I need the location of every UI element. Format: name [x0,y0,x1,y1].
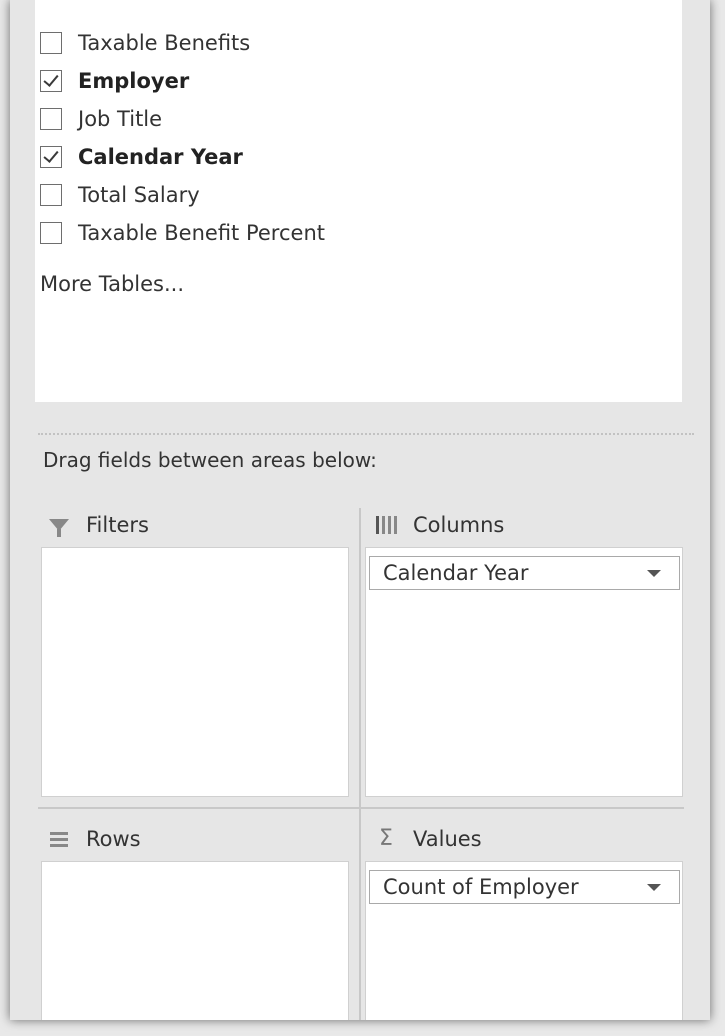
field-item-taxable-benefit-percent[interactable]: Taxable Benefit Percent [40,218,325,248]
checkbox-checked[interactable] [40,146,62,168]
chip-label: Calendar Year [383,561,529,585]
values-label: Values [413,827,482,851]
chevron-down-icon[interactable] [647,883,661,891]
splitter-handle[interactable] [38,433,694,435]
field-label: Taxable Benefit Percent [78,221,325,245]
field-list: Taxable Benefits Employer Job Title Cale… [35,0,682,402]
checkbox[interactable] [40,184,62,206]
more-tables-link[interactable]: More Tables... [40,272,184,296]
checkbox[interactable] [40,222,62,244]
rows-area-header: Rows [46,824,141,854]
field-label: Employer [78,69,190,93]
chip-label: Count of Employer [383,875,579,899]
field-item-employer[interactable]: Employer [40,66,189,96]
field-item-total-salary[interactable]: Total Salary [40,180,200,210]
rows-label: Rows [86,827,141,851]
filter-icon [46,519,72,537]
checkbox-checked[interactable] [40,70,62,92]
columns-icon [373,516,399,534]
filters-area-header: Filters [46,510,149,540]
checkbox[interactable] [40,32,62,54]
columns-field-chip[interactable]: Calendar Year [369,556,680,590]
checkbox[interactable] [40,108,62,130]
columns-drop-zone[interactable]: Calendar Year [365,547,683,797]
scrollbar-track[interactable] [682,0,710,402]
filters-drop-zone[interactable] [41,547,349,797]
values-field-chip[interactable]: Count of Employer [369,870,680,904]
columns-area-header: Columns [373,510,504,540]
field-item-taxable-benefits[interactable]: Taxable Benefits [40,28,250,58]
field-label: Total Salary [78,183,200,207]
field-label: Taxable Benefits [78,31,251,55]
area-divider-vertical [359,508,361,1020]
values-drop-zone[interactable]: Count of Employer [365,861,683,1020]
field-item-job-title[interactable]: Job Title [40,104,162,134]
pivot-field-list-panel: Taxable Benefits Employer Job Title Cale… [10,0,710,1020]
columns-label: Columns [413,513,505,537]
area-divider-horizontal [38,807,684,809]
rows-drop-zone[interactable] [41,861,349,1020]
field-item-calendar-year[interactable]: Calendar Year [40,142,243,172]
field-label: Calendar Year [78,145,243,169]
drag-hint-label: Drag fields between areas below: [43,448,377,472]
rows-icon [46,831,72,847]
field-label: Job Title [78,107,163,131]
sigma-icon: Σ [379,826,393,851]
values-area-header: Σ Values [373,824,482,854]
filters-label: Filters [86,513,149,537]
chevron-down-icon[interactable] [647,569,661,577]
